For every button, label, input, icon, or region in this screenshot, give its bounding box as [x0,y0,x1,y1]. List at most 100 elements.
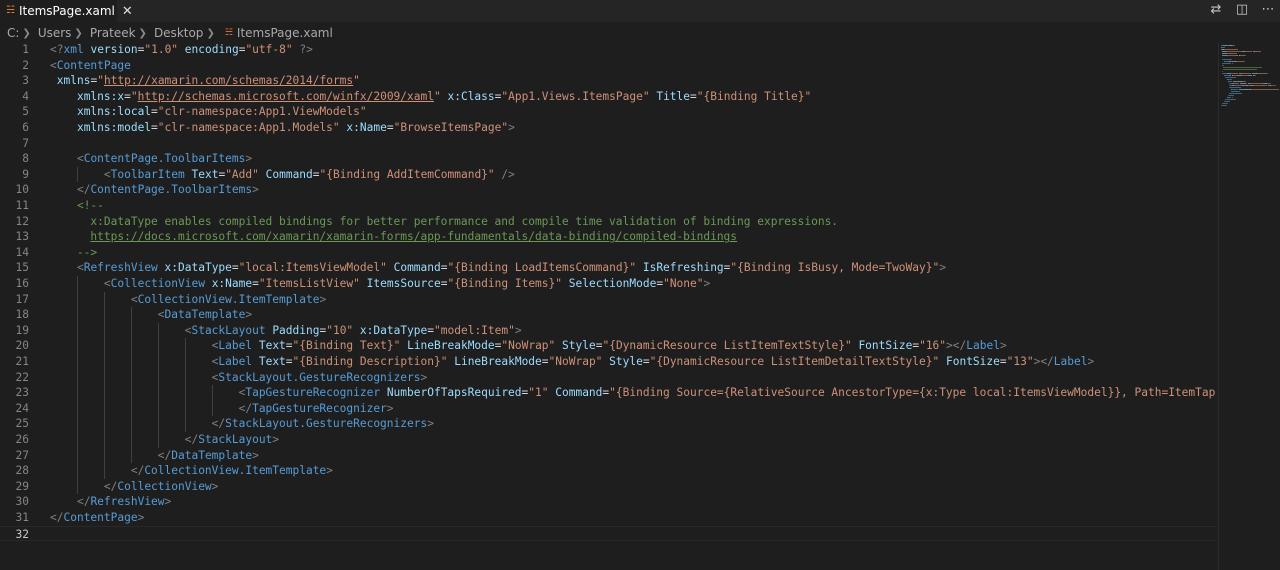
code-line[interactable]: 26 </StackLayout> [0,432,1216,448]
code-line[interactable]: 4 xmlns:x="http://schemas.microsoft.com/… [0,89,1216,105]
line-number: 2 [22,58,29,72]
code-line[interactable]: 5 xmlns:local="clr-namespace:App1.ViewMo… [0,104,1216,120]
minimap-segment [1244,61,1246,62]
code-line[interactable]: 12 x:DataType enables compiled bindings … [0,214,1216,230]
line-number: 22 [15,370,29,384]
line-number: 31 [15,511,29,524]
breadcrumb-item[interactable]: C: [7,26,19,40]
line-number: 28 [15,464,29,478]
minimap-segment [1222,65,1224,66]
minimap-segment [1230,73,1239,74]
indent-guide [76,166,78,183]
code-line[interactable]: 22 <StackLayout.GestureRecognizers> [0,370,1216,386]
code-line[interactable]: 19 <StackLayout Padding="10" x:DataType=… [0,323,1216,339]
code-line[interactable]: 31 </ContentPage> [0,510,1216,526]
code-text: </ContentPage> [50,511,145,524]
breadcrumb-item[interactable]: Users [38,26,72,40]
code-line[interactable]: 10 </ContentPage.ToolbarItems> [0,182,1216,198]
breadcrumb-item[interactable]: ItemsPage.xaml [237,26,333,40]
code-line[interactable]: 2 <ContentPage [0,58,1216,74]
line-number: 29 [15,479,29,493]
code-text: <Label Text="{Binding Description}" Line… [211,355,1095,368]
code-line[interactable]: 11 <!-- [0,198,1216,214]
minimap-segment [1223,49,1237,50]
code-line[interactable]: 13 https://docs.microsoft.com/xamarin/xa… [0,229,1216,245]
code-line[interactable]: 20 <Label Text="{Binding Text}" LineBrea… [0,338,1216,354]
line-number: 5 [22,105,29,119]
minimap-segment [1223,67,1262,68]
close-icon[interactable]: ✕ [122,4,133,19]
code-line[interactable]: 29 </CollectionView> [0,479,1216,495]
minimap-segment [1256,73,1268,74]
code-line[interactable]: 32 [0,525,1216,542]
code-line[interactable]: 24 </TapGestureRecognizer> [0,401,1216,417]
code-line[interactable]: 25 </StackLayout.GestureRecognizers> [0,416,1216,432]
code-line[interactable]: 27 </DataTemplate> [0,448,1216,464]
code-line[interactable]: 7 [0,136,1216,152]
minimap-segment [1238,89,1246,90]
code-text: --> [50,245,98,259]
breadcrumb-item[interactable]: Prateek [90,26,136,40]
code-line[interactable]: 8 <ContentPage.ToolbarItems> [0,151,1216,167]
line-number: 27 [15,448,29,462]
code-text: xmlns="http://xamarin.com/schemas/2014/f… [56,74,360,88]
minimap-segment [1223,69,1257,70]
editor-actions: ⇄ ◫ ⋯ [1208,2,1276,17]
code-text: <?xml version="1.0" encoding="utf-8" ?> [50,43,313,56]
minimap-segment [1252,85,1268,86]
code-text: xmlns:local="clr-namespace:App1.ViewMode… [76,105,367,119]
line-number: 8 [22,152,29,166]
code-editor[interactable]: 1 <?xml version="1.0" encoding="utf-8" ?>… [0,42,1216,570]
line-number: 14 [15,245,29,259]
line-number: 10 [15,183,29,197]
code-line[interactable]: 1 <?xml version="1.0" encoding="utf-8" ?> [0,42,1216,58]
code-line[interactable]: 28 </CollectionView.ItemTemplate> [0,463,1216,479]
minimap-segment [1225,99,1236,100]
indent-guide [211,385,213,417]
code-text: </DataTemplate> [157,448,259,462]
code-text: <ContentPage [50,58,131,72]
tab-label: ItemsPage.xaml [18,4,115,18]
code-line[interactable]: 30 </RefreshView> [0,494,1216,510]
code-line[interactable]: 18 <DataTemplate> [0,307,1216,323]
code-line[interactable]: 15 <RefreshView x:DataType="local:ItemsV… [0,260,1216,276]
code-text: <StackLayout Padding="10" x:DataType="mo… [184,323,522,337]
more-actions-icon[interactable]: ⋯ [1260,2,1276,17]
code-text: <CollectionView x:Name="ItemsListView" I… [103,277,711,290]
line-number: 20 [15,339,29,353]
line-number: 12 [15,214,29,228]
chevron-right-icon: ❯ [206,27,215,39]
breadcrumb: C: ❯ Users ❯ Prateek ❯ Desktop ❯ ☵ Items… [0,24,336,42]
code-line[interactable]: 14 --> [0,245,1216,261]
code-line[interactable]: 17 <CollectionView.ItemTemplate> [0,292,1216,308]
code-line[interactable]: 3 xmlns="http://xamarin.com/schemas/2014… [0,73,1216,89]
minimap[interactable] [1218,42,1280,570]
code-text: https://docs.microsoft.com/xamarin/xamar… [90,230,738,244]
line-number: 15 [15,261,29,275]
indent-guide [184,338,186,432]
code-text: <CollectionView.ItemTemplate> [130,292,327,306]
code-line[interactable]: 16 <CollectionView x:Name="ItemsListView… [0,276,1216,292]
compare-changes-icon[interactable]: ⇄ [1208,2,1224,17]
minimap-segment [1229,87,1241,88]
minimap-segment [1241,75,1248,76]
code-line[interactable]: 21 <Label Text="{Binding Description}" L… [0,354,1216,370]
line-number: 1 [22,43,29,56]
code-line[interactable]: 23 <TapGestureRecognizer NumberOfTapsReq… [0,385,1216,401]
chevron-right-icon: ❯ [138,27,147,39]
code-text: <ToolbarItem Text="Add" Command="{Bindin… [103,167,515,181]
code-text: </TapGestureRecognizer> [238,401,394,415]
breadcrumb-item[interactable]: Desktop [154,26,204,40]
editor-tab[interactable]: ☵ ItemsPage.xaml ✕ [0,0,133,22]
split-editor-icon[interactable]: ◫ [1234,2,1250,17]
line-number: 19 [15,323,29,337]
minimap-segment [1222,71,1224,72]
line-number: 9 [22,167,29,181]
indent-guide [130,307,132,464]
minimap-segment [1231,75,1238,76]
code-text: <RefreshView x:DataType="local:ItemsView… [76,261,946,275]
code-line[interactable]: 6 xmlns:model="clr-namespace:App1.Models… [0,120,1216,136]
rss-xml-icon: ☵ [6,5,15,16]
code-line[interactable]: 9 <ToolbarItem Text="Add" Command="{Bind… [0,167,1216,183]
line-number: 25 [15,417,29,431]
